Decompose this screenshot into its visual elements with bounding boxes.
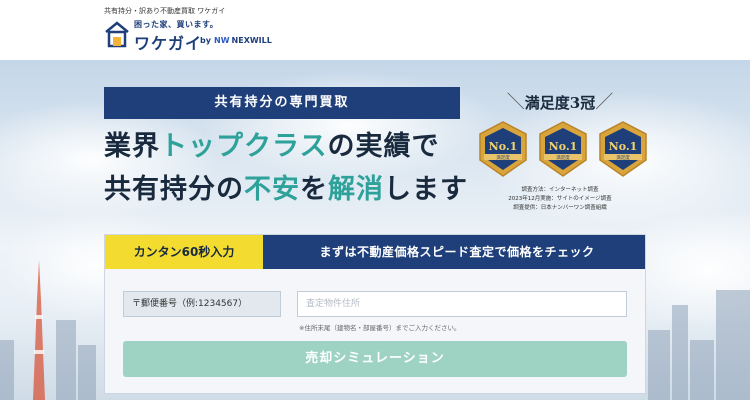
satisfaction-title-text: 満足度3冠 [524,94,596,112]
medal-label: 満足度 [616,154,630,161]
header-tagline: 共有持分・訳あり不動産買取 ワケガイ [104,7,226,15]
headline-line-1: 業界トップクラスの実績で [104,128,468,166]
building [672,305,688,400]
headline-accent: 不安 [244,174,300,205]
headline-line-2: 共有持分の不安を解消します [104,170,468,210]
zip-code-input[interactable]: 〒郵便番号（例:1234567） [123,291,281,317]
form-header: カンタン60秒入力 まずは不動産価格スピード査定で価格をチェック [105,235,645,269]
partner-name: NEXWILL [231,36,272,45]
hero-headline: 業界トップクラスの実績で 共有持分の不安を解消します [104,128,468,210]
headline-text: 共有持分の [104,174,244,205]
building [78,345,96,400]
logo-by: by [200,36,211,45]
house-icon [105,21,129,48]
headline-accent: 解消 [328,174,384,205]
medal-rank: No.1 [489,140,518,153]
medal-label: 満足度 [556,154,570,161]
logo-name: ワケガイ [134,34,203,53]
medal-label: 満足度 [496,154,510,161]
survey-note: 調査方法：インターネット調査 2023年12月実施：サイトのイメージ調査 調査提… [500,186,620,213]
headline-accent: トップクラス [160,131,328,162]
medal-icon: No.1 満足度 [479,121,527,177]
medal-rank: No.1 [609,140,638,153]
medal-icon: No.1 満足度 [599,121,647,177]
building [716,290,750,400]
satisfaction-title: ＼満足度3冠／ [500,88,620,114]
headline-text: の実績で [327,131,440,162]
survey-line: 調査提供：日本ナンバーワン調査組織 [513,205,607,211]
logo[interactable]: 困った家、買います。 ワケガイ by NW NEXWILL [104,16,272,53]
headline-text: します [384,174,468,205]
partner-logo: NW NEXWILL [214,36,272,45]
assessment-form: カンタン60秒入力 まずは不動産価格スピード査定で価格をチェック 〒郵便番号（例… [104,234,646,394]
tower-icon [33,260,45,400]
address-input[interactable]: 査定物件住所 [297,291,627,317]
building [648,330,670,400]
headline-text: を [300,174,328,205]
headline-text: 業界 [104,131,160,162]
quick-input-tab: カンタン60秒入力 [105,235,263,269]
survey-line: 調査方法：インターネット調査 [521,187,599,193]
building [56,320,76,400]
laurel-right-icon: ／ [595,92,614,113]
medal-rank: No.1 [549,140,578,153]
building [0,340,14,400]
hero-badge: 共有持分の専門買取 [104,87,460,119]
simulation-button[interactable]: 売却シミュレーション [123,341,627,377]
partner-mark-icon: NW [214,36,230,45]
medal-icon: No.1 満足度 [539,121,587,177]
medal-group: No.1 満足度 No.1 満足度 No.1 満足度 [476,120,656,180]
site-header: 共有持分・訳あり不動産買取 ワケガイ 困った家、買います。 ワケガイ by NW… [0,0,750,60]
survey-line: 2023年12月実施：サイトのイメージ調査 [508,196,612,202]
laurel-left-icon: ＼ [506,92,525,113]
form-title: まずは不動産価格スピード査定で価格をチェック [319,245,595,259]
address-note: ※住所末尾（建物名・部屋番号）までご入力ください。 [299,324,461,332]
building [690,340,714,400]
logo-catch: 困った家、買います。 [134,20,219,29]
